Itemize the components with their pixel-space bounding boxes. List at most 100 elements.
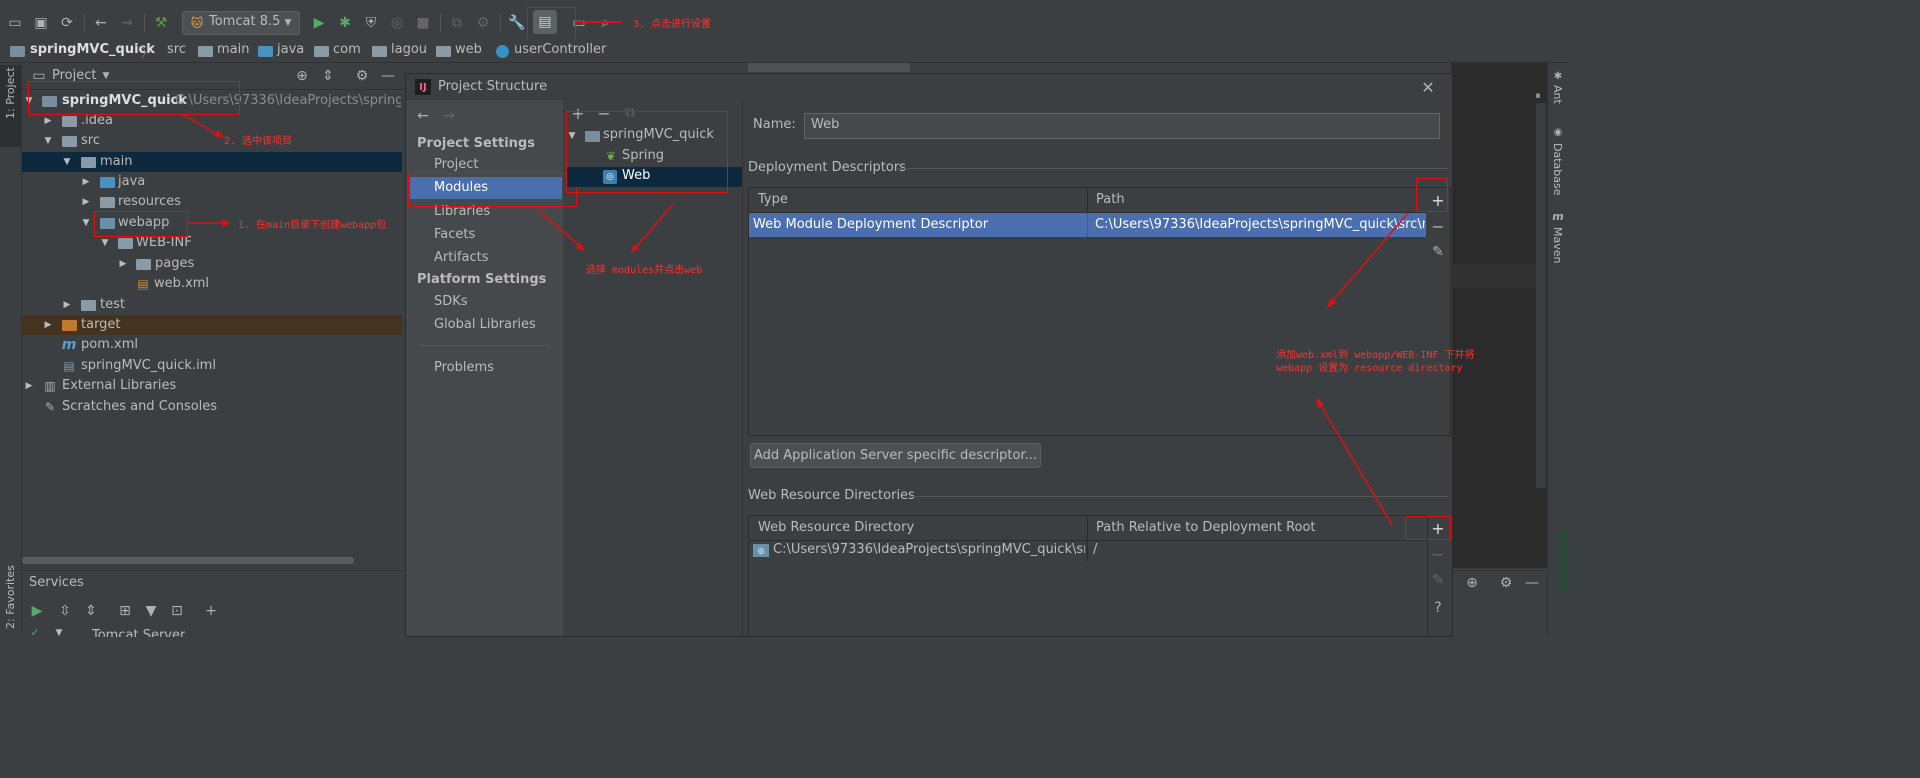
wr-row[interactable]: ◎ C:\Users\97336\IdeaProjects\springMVC_… xyxy=(749,541,1427,561)
debug-icon[interactable]: ✱ xyxy=(336,14,354,32)
name-field-value: Web xyxy=(811,117,840,132)
open-folder-icon[interactable]: ▭ xyxy=(6,14,24,32)
project-tool-label[interactable]: 1: Project xyxy=(4,67,17,119)
build-hammer-icon[interactable]: ⚒ xyxy=(152,14,170,32)
tree-label-java: java xyxy=(118,174,146,189)
nav-item-sdks[interactable]: SDKs xyxy=(434,292,468,312)
breadcrumb-item-main[interactable]: main xyxy=(217,42,249,57)
collapse-all-icon[interactable]: ⇕ xyxy=(319,67,337,85)
locate-icon[interactable]: ⊕ xyxy=(293,67,311,85)
bottom-right-toolbar: ⊕ ⚙ — xyxy=(1451,570,1546,636)
forward-icon[interactable]: → xyxy=(440,107,458,125)
maven-tool-label[interactable]: Maven xyxy=(1551,227,1564,263)
maven-icon: m xyxy=(61,337,77,353)
iml-file-icon: ▤ xyxy=(63,359,75,373)
pause-icon[interactable]: ⏸ xyxy=(1531,88,1545,104)
nav-item-project[interactable]: Project xyxy=(434,155,478,175)
profile-icon[interactable]: ◎ xyxy=(388,14,406,32)
wrench-icon[interactable]: 🔧 xyxy=(508,14,526,32)
run-icon[interactable]: ▶ xyxy=(310,14,328,32)
breadcrumb-item-project[interactable]: springMVC_quick xyxy=(30,42,155,57)
attach-icon[interactable]: ⧉ xyxy=(448,14,466,32)
tree-row-resources[interactable]: ▶ resources xyxy=(22,192,402,212)
sync-icon[interactable]: ⟳ xyxy=(58,14,76,32)
run-config-dropdown[interactable]: 🐱 Tomcat 8.5 ▼ xyxy=(182,11,300,35)
back-icon[interactable]: ← xyxy=(92,14,110,32)
close-icon[interactable]: ✕ xyxy=(1419,78,1437,97)
folder-icon xyxy=(62,136,77,147)
nav-header-project-settings: Project Settings xyxy=(417,136,535,151)
annotation-arrow-3 xyxy=(576,21,622,23)
save-icon[interactable]: ▣ xyxy=(32,14,50,32)
breadcrumb-item-lagou[interactable]: lagou xyxy=(391,42,427,57)
folder-icon xyxy=(62,116,77,127)
project-panel-hscrollbar[interactable] xyxy=(22,557,354,564)
tree-row-java[interactable]: ▶ java xyxy=(22,172,402,192)
tree-row-iml[interactable]: ▤ springMVC_quick.iml xyxy=(22,356,402,376)
help-icon[interactable]: ? xyxy=(1429,599,1447,617)
add-service-icon[interactable]: + xyxy=(202,602,220,620)
ant-tool-label[interactable]: Ant xyxy=(1551,85,1564,104)
coverage-icon[interactable]: ⛨ xyxy=(362,14,380,32)
wr-col-dir[interactable]: Web Resource Directory xyxy=(758,517,914,539)
tree-row-main[interactable]: ▼ main xyxy=(22,152,402,172)
stop-icon[interactable]: ■ xyxy=(414,14,432,32)
breadcrumb-item-java[interactable]: java xyxy=(277,42,304,57)
main-toolbar: ▭ ▣ ⟳ ← → ⚒ 🐱 Tomcat 8.5 ▼ ▶ ✱ ⛨ ◎ ■ ⧉ ⚙… xyxy=(0,7,1568,41)
gear-icon[interactable]: ⚙ xyxy=(1497,574,1515,592)
tree-label-iml: springMVC_quick.iml xyxy=(81,358,216,373)
database-tool-label[interactable]: Database xyxy=(1551,143,1564,196)
new-tab-icon[interactable]: ⊡ xyxy=(168,602,186,620)
back-icon[interactable]: ← xyxy=(414,107,432,125)
tree-row-target[interactable]: ▶ target xyxy=(22,315,402,335)
edit-descriptor-icon[interactable]: ✎ xyxy=(1429,243,1447,261)
breadcrumb-item-web[interactable]: web xyxy=(455,42,482,57)
add-server-descriptor-label: Add Application Server specific descript… xyxy=(753,448,1038,463)
breadcrumb-item-class[interactable]: userController xyxy=(514,42,606,57)
nav-item-facets[interactable]: Facets xyxy=(434,225,475,245)
tree-row-test[interactable]: ▶ test xyxy=(22,295,402,315)
filter-icon[interactable]: ▼ xyxy=(142,602,160,620)
intellij-logo-icon: IJ xyxy=(415,79,431,95)
nav-item-global-libraries[interactable]: Global Libraries xyxy=(434,315,536,335)
services-tomcat-row[interactable]: Tomcat Server xyxy=(92,627,185,637)
library-icon: ▥ xyxy=(44,379,56,393)
expand-all-icon[interactable]: ⇳ xyxy=(56,602,74,620)
sdk-icon[interactable]: ⚙ xyxy=(474,14,492,32)
collapse-all-icon[interactable]: ⇕ xyxy=(82,602,100,620)
favorites-tool-label[interactable]: 2: Favorites xyxy=(4,565,17,629)
locate-icon[interactable]: ⊕ xyxy=(1463,574,1481,592)
name-field[interactable]: Web xyxy=(804,113,1440,139)
wr-col-rel[interactable]: Path Relative to Deployment Root xyxy=(1096,517,1316,539)
folder-icon xyxy=(81,300,96,311)
tree-row-pages[interactable]: ▶ pages xyxy=(22,254,402,274)
tree-row-ext-libs[interactable]: ▶ ▥ External Libraries xyxy=(22,376,402,396)
editor-scrollbar[interactable] xyxy=(1536,103,1546,488)
tree-row-scratches[interactable]: ✎ Scratches and Consoles xyxy=(22,397,402,417)
nav-item-problems[interactable]: Problems xyxy=(434,358,494,378)
remove-resource-dir-icon[interactable]: − xyxy=(1429,545,1447,564)
minimize-icon[interactable]: — xyxy=(1523,574,1541,592)
search-icon[interactable]: ⌕ xyxy=(596,14,614,32)
editor-tab-strip xyxy=(405,63,1451,73)
tree-row-webxml[interactable]: ▤ web.xml xyxy=(22,274,402,294)
maven-icon: m xyxy=(1552,209,1564,223)
group-icon[interactable]: ⊞ xyxy=(116,602,134,620)
tree-row-webinf[interactable]: ▼ WEB-INF xyxy=(22,233,402,253)
gear-icon[interactable]: ⚙ xyxy=(353,67,371,85)
breadcrumb-item-src[interactable]: src xyxy=(167,42,186,57)
minimize-icon[interactable]: — xyxy=(379,67,397,85)
tree-label-test: test xyxy=(100,297,125,312)
dd-col-type[interactable]: Type xyxy=(758,189,788,211)
annotation-step1: 1. 在main目录下创建webapp包 xyxy=(238,220,387,231)
annotation-box-structure xyxy=(527,7,576,41)
forward-icon[interactable]: → xyxy=(118,14,136,32)
remove-descriptor-icon[interactable]: − xyxy=(1429,217,1447,236)
breadcrumb-item-com[interactable]: com xyxy=(333,42,361,57)
run-icon[interactable]: ▶ xyxy=(28,602,46,620)
dd-col-path[interactable]: Path xyxy=(1096,189,1125,211)
tree-row-pom[interactable]: m pom.xml xyxy=(22,335,402,355)
add-server-descriptor-button[interactable]: Add Application Server specific descript… xyxy=(750,443,1041,468)
nav-item-artifacts[interactable]: Artifacts xyxy=(434,248,489,268)
edit-resource-dir-icon[interactable]: ✎ xyxy=(1429,571,1447,589)
